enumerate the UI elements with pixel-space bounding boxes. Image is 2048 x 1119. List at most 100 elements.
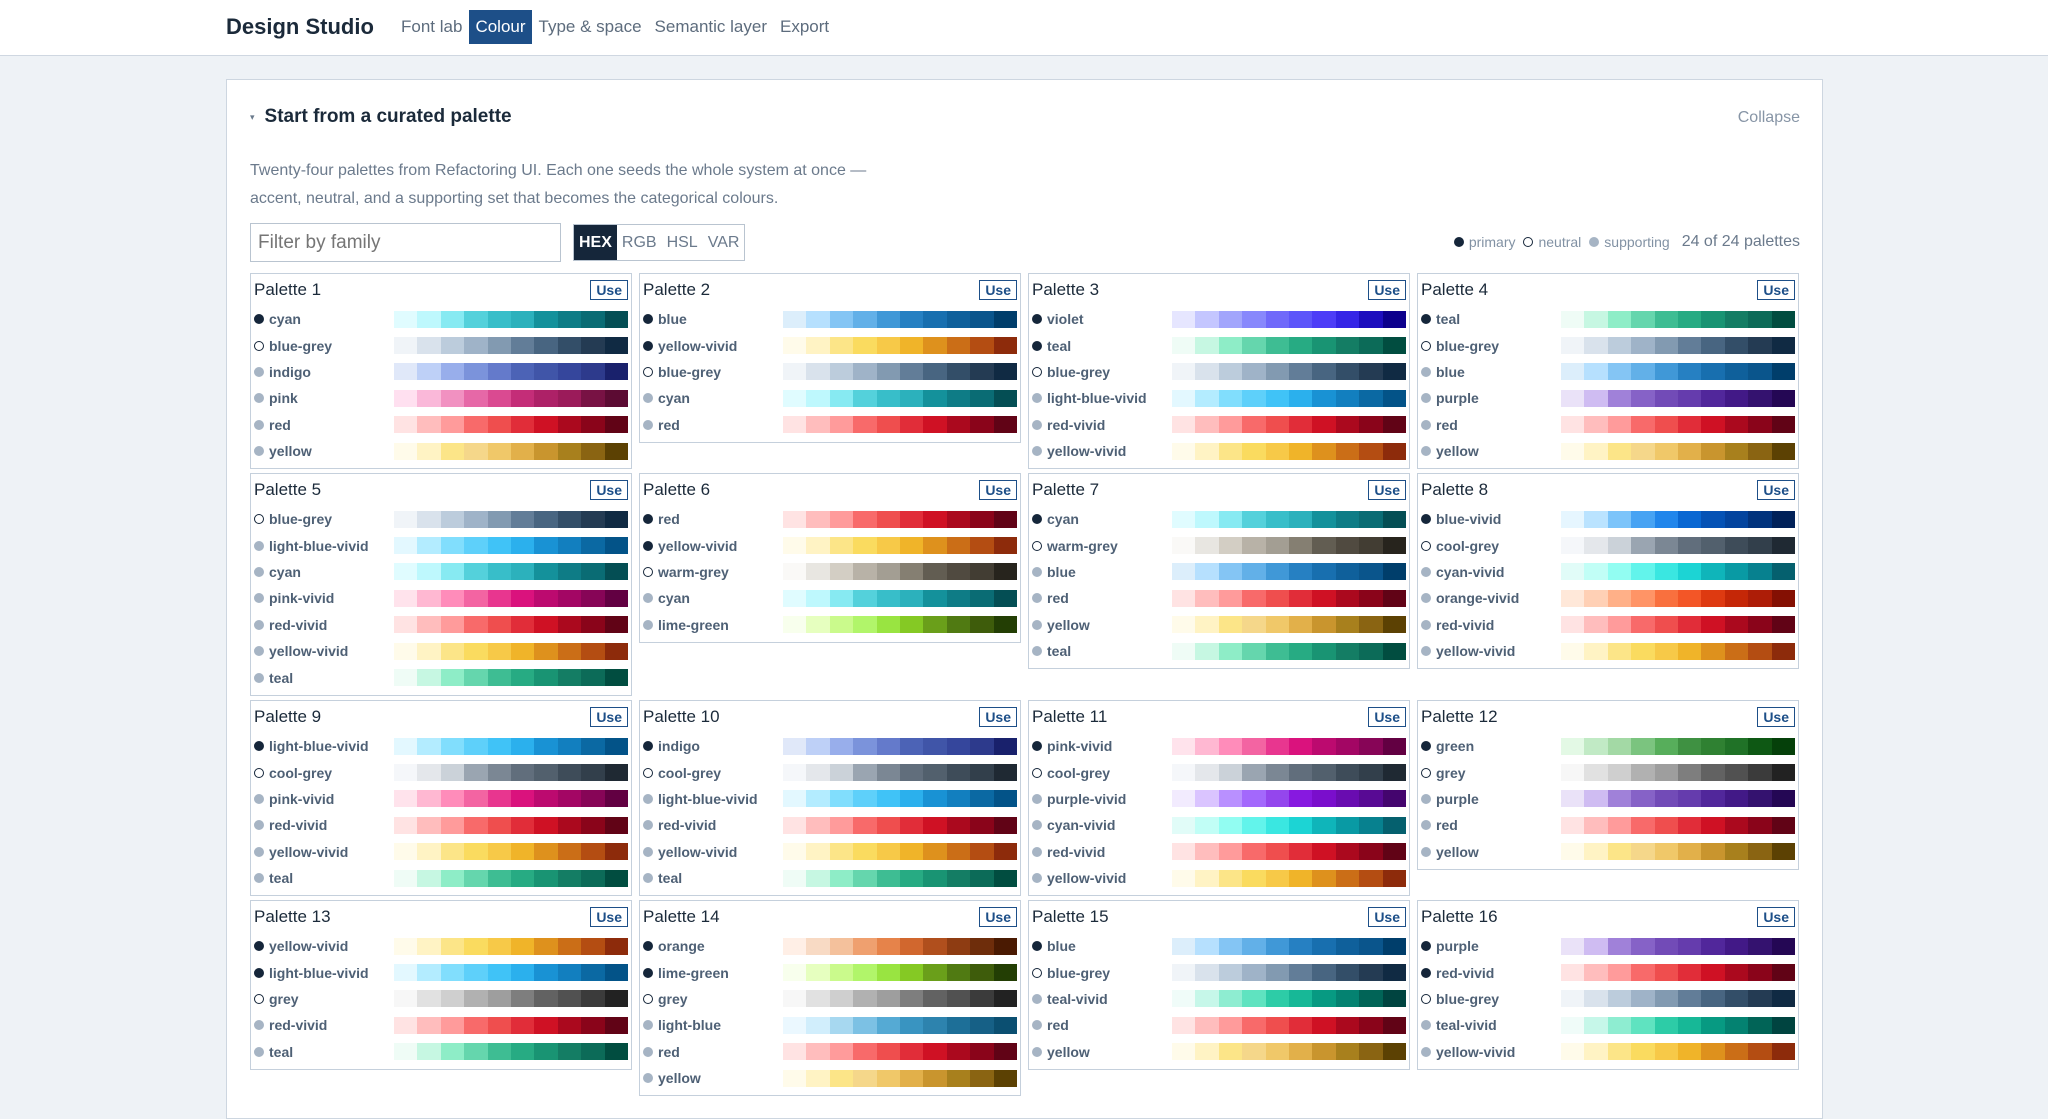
colour-swatch[interactable] bbox=[1724, 363, 1749, 381]
colour-swatch[interactable] bbox=[1359, 843, 1383, 861]
colour-swatch[interactable] bbox=[1607, 442, 1632, 460]
colour-swatch[interactable] bbox=[1312, 764, 1336, 782]
colour-swatch[interactable] bbox=[1312, 310, 1336, 328]
colour-swatch[interactable] bbox=[1631, 563, 1655, 581]
colour-swatch[interactable] bbox=[829, 563, 854, 581]
colour-swatch[interactable] bbox=[464, 669, 488, 687]
colour-swatch[interactable] bbox=[534, 764, 558, 782]
colour-swatch[interactable] bbox=[806, 1043, 830, 1061]
colour-swatch[interactable] bbox=[1560, 589, 1585, 607]
colour-swatch[interactable] bbox=[899, 363, 924, 381]
colour-swatch[interactable] bbox=[534, 563, 558, 581]
colour-swatch[interactable] bbox=[899, 869, 924, 887]
colour-swatch[interactable] bbox=[1584, 416, 1608, 434]
colour-swatch[interactable] bbox=[970, 510, 994, 528]
colour-swatch[interactable] bbox=[876, 816, 900, 834]
colour-swatch[interactable] bbox=[487, 537, 511, 555]
colour-swatch[interactable] bbox=[1171, 563, 1196, 581]
colour-swatch[interactable] bbox=[534, 790, 558, 808]
colour-swatch[interactable] bbox=[557, 843, 582, 861]
colour-swatch[interactable] bbox=[1242, 337, 1266, 355]
colour-swatch[interactable] bbox=[899, 310, 924, 328]
colour-swatch[interactable] bbox=[806, 310, 830, 328]
colour-swatch[interactable] bbox=[1265, 537, 1289, 555]
colour-swatch[interactable] bbox=[510, 416, 535, 434]
colour-swatch[interactable] bbox=[1195, 616, 1219, 634]
colour-swatch[interactable] bbox=[1560, 537, 1585, 555]
colour-swatch[interactable] bbox=[393, 589, 418, 607]
colour-swatch[interactable] bbox=[393, 416, 418, 434]
colour-swatch[interactable] bbox=[464, 764, 488, 782]
colour-swatch[interactable] bbox=[510, 442, 535, 460]
colour-swatch[interactable] bbox=[440, 990, 465, 1008]
colour-swatch[interactable] bbox=[1771, 416, 1796, 434]
colour-swatch[interactable] bbox=[1195, 442, 1219, 460]
colour-swatch[interactable] bbox=[782, 964, 807, 982]
colour-swatch[interactable] bbox=[806, 537, 830, 555]
colour-swatch[interactable] bbox=[1218, 869, 1243, 887]
colour-swatch[interactable] bbox=[1560, 990, 1585, 1008]
colour-swatch[interactable] bbox=[1631, 964, 1655, 982]
use-palette-button[interactable]: Use bbox=[590, 480, 628, 500]
colour-swatch[interactable] bbox=[899, 537, 924, 555]
colour-swatch[interactable] bbox=[1654, 816, 1678, 834]
colour-swatch[interactable] bbox=[923, 816, 947, 834]
colour-swatch[interactable] bbox=[417, 642, 441, 660]
colour-swatch[interactable] bbox=[1584, 510, 1608, 528]
colour-swatch[interactable] bbox=[1359, 589, 1383, 607]
colour-swatch[interactable] bbox=[782, 363, 807, 381]
colour-swatch[interactable] bbox=[1218, 442, 1243, 460]
colour-swatch[interactable] bbox=[393, 510, 418, 528]
colour-swatch[interactable] bbox=[464, 416, 488, 434]
colour-swatch[interactable] bbox=[1359, 937, 1383, 955]
colour-swatch[interactable] bbox=[1724, 642, 1749, 660]
colour-swatch[interactable] bbox=[417, 990, 441, 1008]
use-palette-button[interactable]: Use bbox=[1757, 907, 1795, 927]
colour-swatch[interactable] bbox=[440, 642, 465, 660]
colour-swatch[interactable] bbox=[510, 737, 535, 755]
colour-swatch[interactable] bbox=[1288, 764, 1313, 782]
colour-swatch[interactable] bbox=[853, 616, 877, 634]
caret-down-icon[interactable]: ▾ bbox=[250, 112, 255, 123]
colour-swatch[interactable] bbox=[923, 310, 947, 328]
colour-swatch[interactable] bbox=[1218, 416, 1243, 434]
colour-swatch[interactable] bbox=[534, 510, 558, 528]
colour-swatch[interactable] bbox=[946, 363, 971, 381]
colour-swatch[interactable] bbox=[1242, 416, 1266, 434]
colour-swatch[interactable] bbox=[946, 1043, 971, 1061]
colour-swatch[interactable] bbox=[1312, 616, 1336, 634]
colour-swatch[interactable] bbox=[534, 337, 558, 355]
colour-swatch[interactable] bbox=[899, 764, 924, 782]
colour-swatch[interactable] bbox=[1654, 416, 1678, 434]
colour-swatch[interactable] bbox=[1265, 642, 1289, 660]
colour-swatch[interactable] bbox=[1242, 990, 1266, 1008]
colour-swatch[interactable] bbox=[853, 764, 877, 782]
colour-swatch[interactable] bbox=[829, 737, 854, 755]
colour-swatch[interactable] bbox=[393, 669, 418, 687]
colour-swatch[interactable] bbox=[534, 416, 558, 434]
colour-swatch[interactable] bbox=[782, 737, 807, 755]
colour-swatch[interactable] bbox=[806, 510, 830, 528]
use-palette-button[interactable]: Use bbox=[979, 907, 1017, 927]
colour-swatch[interactable] bbox=[1701, 737, 1725, 755]
colour-swatch[interactable] bbox=[1584, 816, 1608, 834]
colour-swatch[interactable] bbox=[1195, 816, 1219, 834]
colour-swatch[interactable] bbox=[899, 964, 924, 982]
colour-swatch[interactable] bbox=[970, 563, 994, 581]
colour-swatch[interactable] bbox=[604, 389, 629, 407]
colour-swatch[interactable] bbox=[534, 964, 558, 982]
colour-swatch[interactable] bbox=[1312, 790, 1336, 808]
colour-swatch[interactable] bbox=[1701, 964, 1725, 982]
colour-swatch[interactable] bbox=[1631, 337, 1655, 355]
colour-swatch[interactable] bbox=[993, 1016, 1018, 1034]
colour-swatch[interactable] bbox=[1265, 764, 1289, 782]
colour-swatch[interactable] bbox=[604, 990, 629, 1008]
colour-swatch[interactable] bbox=[829, 1069, 854, 1087]
colour-swatch[interactable] bbox=[993, 416, 1018, 434]
colour-swatch[interactable] bbox=[1560, 1043, 1585, 1061]
use-palette-button[interactable]: Use bbox=[1368, 480, 1406, 500]
colour-swatch[interactable] bbox=[1312, 589, 1336, 607]
colour-swatch[interactable] bbox=[1218, 990, 1243, 1008]
colour-swatch[interactable] bbox=[1171, 937, 1196, 955]
colour-swatch[interactable] bbox=[1584, 964, 1608, 982]
